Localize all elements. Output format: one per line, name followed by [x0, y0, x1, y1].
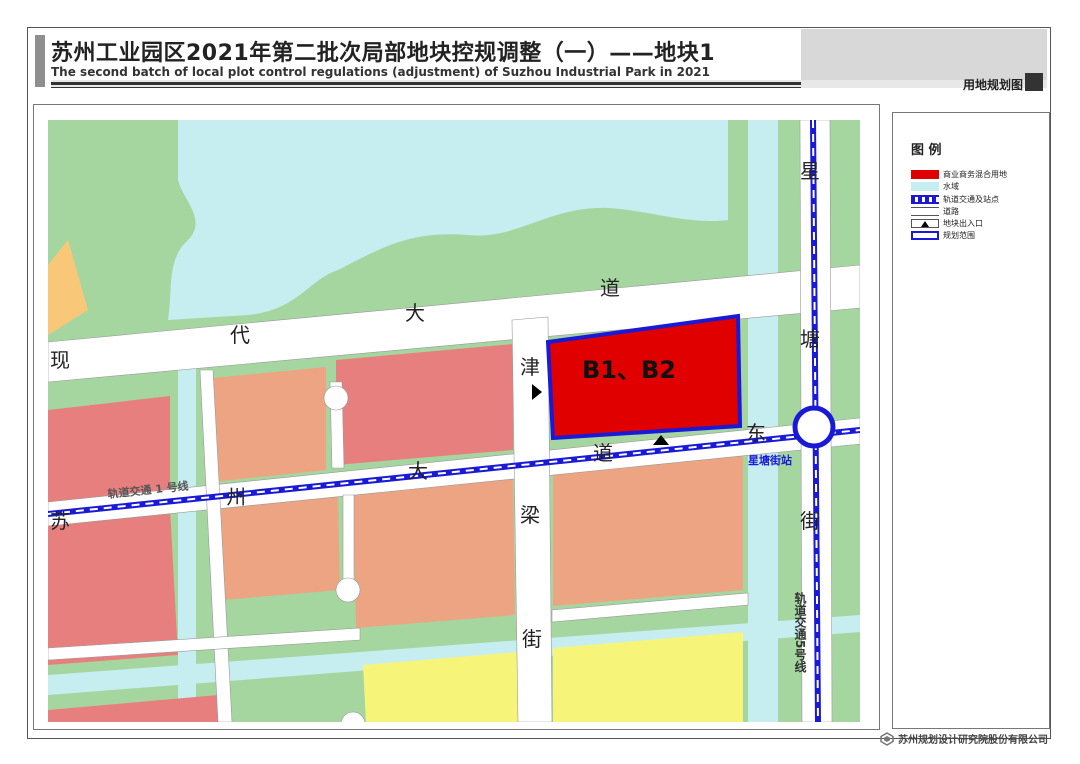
legend-item-commercial: 商业商务混合用地	[911, 168, 1007, 180]
road-label-zhou: 州	[226, 485, 246, 509]
legend-panel: 图 例 商业商务混合用地 水域 轨道交通及站点 道路 地块出入口 规划范围	[892, 112, 1050, 729]
road-label-da2: 大	[408, 459, 428, 483]
legend-swatch-entrance	[911, 218, 939, 228]
rail-line-5-label: 轨道交通5号线	[793, 591, 807, 673]
legend-item-boundary: 规划范围	[911, 229, 975, 241]
salmon-block-1	[213, 367, 326, 482]
legend-swatch-water	[911, 181, 939, 191]
legend-label: 道路	[943, 206, 959, 216]
legend-swatch-rail	[911, 194, 939, 204]
title-rule-thin	[51, 87, 801, 88]
legend-item-rail: 轨道交通及站点	[911, 193, 999, 205]
station-xingtang[interactable]	[792, 405, 836, 449]
road-label-tang: 塘	[800, 327, 820, 351]
salmon-block-4	[553, 450, 743, 606]
sheet-marker-box	[1025, 73, 1043, 91]
header-grey-block	[801, 29, 1047, 80]
plot-label: B1、B2	[582, 356, 676, 384]
cul-de-sac-south	[335, 577, 361, 603]
legend-title: 图 例	[911, 143, 942, 158]
page-title: 苏州工业园区2021年第二批次局部地块控规调整（一）——地块1	[51, 41, 716, 66]
land-use-map[interactable]: 现 代 大 道 苏 州 大 道 东 津 梁 街 星 塘 街 B1、B2 轨道交通…	[48, 120, 860, 722]
legend-swatch-boundary	[911, 230, 939, 240]
salmon-block-3	[353, 476, 515, 628]
cul-de-sac-north	[323, 385, 349, 411]
road-label-xing: 星	[800, 159, 820, 183]
road-label-su: 苏	[50, 509, 70, 533]
company-name: 苏州规划设计研究院股份有限公司	[898, 735, 1048, 746]
road-label-xian: 现	[50, 348, 70, 372]
legend-item-water: 水域	[911, 180, 959, 192]
station-label: 星塘街站	[748, 453, 792, 467]
legend-label: 商业商务混合用地	[943, 169, 1007, 179]
title-accent-bar	[35, 35, 45, 87]
company-footer: 苏州规划设计研究院股份有限公司	[880, 731, 1048, 746]
triangle-icon	[921, 220, 929, 227]
road-label-da1: 大	[405, 301, 425, 325]
road-label-jin: 津	[520, 355, 540, 379]
legend-item-entrance: 地块出入口	[911, 217, 983, 229]
legend-swatch-road	[911, 206, 939, 216]
legend-swatch-commercial	[911, 169, 939, 179]
legend-label: 地块出入口	[943, 218, 983, 228]
legend-label: 轨道交通及站点	[943, 194, 999, 204]
title-rule	[51, 82, 801, 85]
page-subtitle-en: The second batch of local plot control r…	[51, 65, 710, 79]
salmon-block-2	[218, 493, 340, 600]
road-label-dao2: 道	[593, 441, 613, 465]
road-label-dong: 东	[746, 421, 766, 445]
header: 苏州工业园区2021年第二批次局部地块控规调整（一）——地块1 The seco…	[27, 27, 1051, 97]
sheet-name: 用地规划图	[962, 78, 1023, 92]
legend-item-road: 道路	[911, 205, 959, 217]
legend-label: 水域	[943, 181, 959, 191]
road-label-liang: 梁	[520, 503, 540, 527]
legend-label: 规划范围	[943, 230, 975, 240]
road-label-dao1: 道	[600, 276, 620, 300]
road-cul-de-sac-south	[342, 494, 355, 591]
road-label-jie1: 街	[522, 627, 542, 651]
road-label-dai: 代	[230, 323, 250, 347]
road-label-jie2: 街	[800, 509, 820, 533]
company-logo-icon	[880, 731, 894, 746]
pink-block-4	[336, 344, 513, 465]
